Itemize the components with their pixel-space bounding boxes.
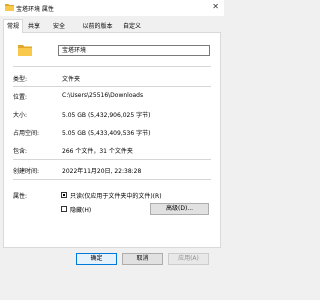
type-label: 类型: xyxy=(13,76,28,83)
folder-icon xyxy=(18,44,32,58)
divider xyxy=(13,159,211,160)
divider xyxy=(13,179,211,180)
tab-sharing[interactable]: 共享 xyxy=(25,22,43,32)
disk-size-value: 5.05 GB (5,433,409,536 字节) xyxy=(62,130,151,137)
title-bar: 宝塔环境 属性 ✕ xyxy=(0,0,224,16)
type-value: 文件夹 xyxy=(62,76,81,83)
created-value: 2022年11月20日, 22:38:28 xyxy=(62,168,142,175)
hidden-checkbox[interactable] xyxy=(61,206,67,212)
tab-bar: 常规 共享 安全 以前的版本 自定义 xyxy=(0,18,224,33)
readonly-label[interactable]: 只读(仅应用于文件夹中的文件)(R) xyxy=(70,191,162,200)
indeterminate-mark xyxy=(63,194,65,196)
contains-value: 266 个文件，31 个文件夹 xyxy=(62,148,133,155)
divider xyxy=(13,86,211,87)
divider xyxy=(13,66,211,67)
attributes-label: 属性: xyxy=(13,193,28,200)
location-label: 位置: xyxy=(13,94,28,101)
created-label: 创建时间: xyxy=(13,168,40,175)
contains-label: 包含: xyxy=(13,148,28,155)
window-title: 宝塔环境 属性 xyxy=(16,6,54,13)
size-label: 大小: xyxy=(13,112,28,119)
folder-icon xyxy=(5,3,14,13)
disk-size-label: 占用空间: xyxy=(13,130,40,137)
tab-customize[interactable]: 自定义 xyxy=(120,22,144,32)
ok-button[interactable]: 确定 xyxy=(76,253,117,265)
advanced-button[interactable]: 高级(D)... xyxy=(150,203,209,215)
close-icon[interactable]: ✕ xyxy=(212,3,219,11)
tab-general[interactable]: 常规 xyxy=(3,19,23,33)
hidden-label[interactable]: 隐藏(H) xyxy=(70,205,91,214)
location-value: C:\Users\25516\Downloads xyxy=(62,92,144,99)
tab-security[interactable]: 安全 xyxy=(50,22,68,32)
general-panel: 宝塔环境 类型: 文件夹 位置: C:\Users\25516\Download… xyxy=(3,32,221,248)
tab-previous-versions[interactable]: 以前的版本 xyxy=(80,22,115,32)
cancel-button[interactable]: 取消 xyxy=(122,253,163,265)
size-value: 5.05 GB (5,432,906,025 字节) xyxy=(62,112,151,119)
apply-button[interactable]: 应用(A) xyxy=(168,253,209,265)
folder-name-input[interactable]: 宝塔环境 xyxy=(58,45,210,56)
readonly-checkbox[interactable] xyxy=(61,192,67,198)
